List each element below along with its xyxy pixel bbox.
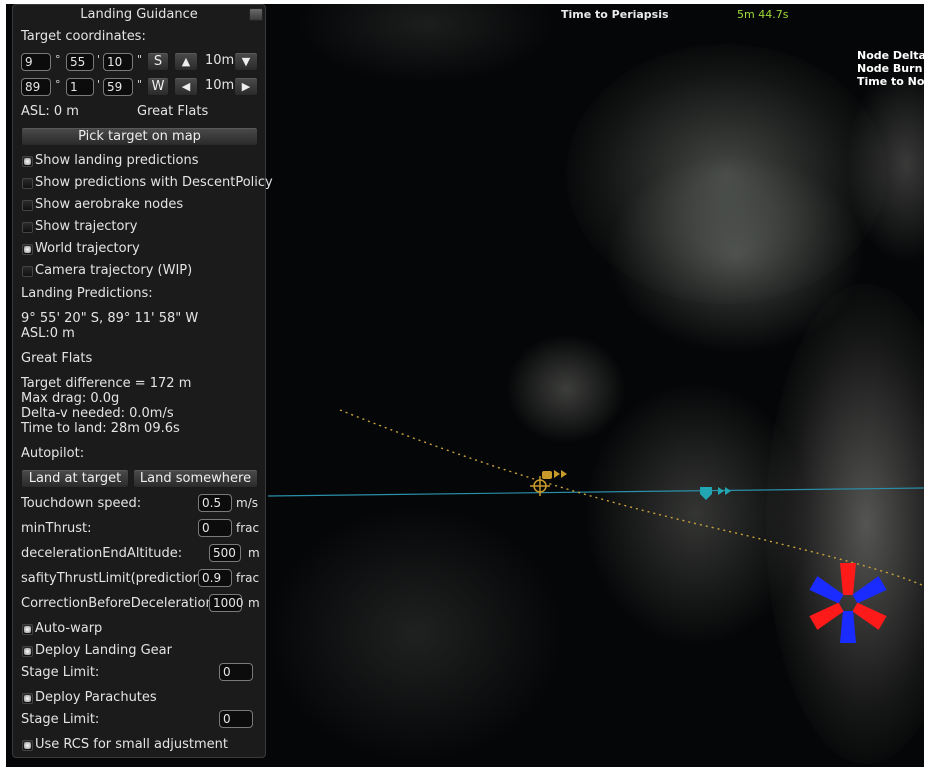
- predicted-coordinates: 9° 55' 20" S, 89° 11' 58" W: [21, 311, 199, 326]
- option-label[interactable]: Show aerobrake nodes: [35, 197, 183, 212]
- touchdown-speed-input[interactable]: 0.5: [198, 494, 232, 512]
- chute-stage-limit-input[interactable]: 0: [219, 710, 253, 728]
- hud-time-to-periapsis: Time to Periapsis 5m 44.7s: [561, 8, 788, 21]
- checkbox-show-landing-predictions[interactable]: [22, 156, 33, 167]
- time-to-periapsis-label: Time to Periapsis: [561, 8, 669, 21]
- checkbox-predictions-descent-policy[interactable]: [22, 178, 33, 189]
- delta-v-needed: Delta-v needed: 0.0m/s: [21, 406, 174, 421]
- lat-hemisphere-button[interactable]: S: [147, 52, 169, 71]
- param-label: decelerationEndAltitude:: [21, 546, 183, 561]
- param-unit: m: [248, 546, 260, 560]
- predicted-asl: ASL:0 m: [21, 326, 75, 341]
- target-asl-text: ASL: 0 m: [21, 104, 79, 119]
- deploy-gear-label[interactable]: Deploy Landing Gear: [35, 643, 172, 658]
- target-coordinates-label: Target coordinates:: [21, 29, 146, 44]
- safety-thrust-limit-input[interactable]: 0.9: [198, 569, 232, 587]
- checkbox-use-rcs[interactable]: [22, 740, 33, 751]
- deceleration-end-altitude-input[interactable]: 500: [209, 544, 241, 562]
- target-biome-text: Great Flats: [137, 104, 209, 119]
- param-unit: m/s: [236, 496, 258, 510]
- checkbox-camera-trajectory[interactable]: [22, 266, 33, 277]
- orbit-line: [267, 487, 924, 497]
- close-button[interactable]: [249, 8, 263, 21]
- degree-symbol: °: [55, 78, 61, 91]
- minute-symbol: ': [97, 53, 101, 66]
- option-label[interactable]: Show trajectory: [35, 219, 137, 234]
- land-at-target-button[interactable]: Land at target: [21, 469, 129, 488]
- land-somewhere-button[interactable]: Land somewhere: [133, 469, 258, 488]
- param-label: Touchdown speed:: [21, 496, 142, 511]
- lat-minutes-input[interactable]: 55: [66, 53, 94, 71]
- param-unit: frac: [236, 571, 260, 585]
- trajectory-line: [339, 409, 924, 587]
- param-unit: frac: [236, 521, 260, 535]
- target-marker-icon[interactable]: [700, 487, 731, 500]
- degree-symbol: °: [55, 53, 61, 66]
- chute-stage-limit-label: Stage Limit:: [21, 712, 100, 727]
- gear-stage-limit-label: Stage Limit:: [21, 665, 100, 680]
- checkbox-auto-warp[interactable]: [22, 624, 33, 635]
- checkbox-world-trajectory[interactable]: [22, 244, 33, 255]
- hud-node-info: Node DeltaV Node Burn T Time to Node: [857, 49, 924, 88]
- lon-increase-button[interactable]: ▶: [234, 77, 258, 96]
- lat-seconds-input[interactable]: 10: [103, 53, 133, 71]
- target-difference: Target difference = 172 m: [21, 376, 192, 391]
- lon-degrees-input[interactable]: 89: [21, 78, 51, 96]
- min-thrust-input[interactable]: 0: [198, 519, 232, 537]
- time-to-land: Time to land: 28m 09.6s: [21, 421, 180, 436]
- node-deltav-label: Node DeltaV: [857, 49, 924, 62]
- lon-hemisphere-button[interactable]: W: [147, 77, 169, 96]
- predicted-biome: Great Flats: [21, 351, 93, 366]
- param-unit: m: [248, 596, 260, 610]
- second-symbol: ": [137, 78, 143, 91]
- max-drag: Max drag: 0.0g: [21, 391, 120, 406]
- minute-symbol: ': [97, 78, 101, 91]
- option-label[interactable]: World trajectory: [35, 241, 140, 256]
- lat-increase-button[interactable]: ▲: [174, 52, 198, 71]
- second-symbol: ": [137, 53, 143, 66]
- checkbox-deploy-landing-gear[interactable]: [22, 646, 33, 657]
- option-label[interactable]: Show landing predictions: [35, 153, 199, 168]
- param-label: CorrectionBeforeDeceleration:: [21, 596, 219, 611]
- pick-target-button[interactable]: Pick target on map: [21, 127, 258, 146]
- landing-predictions-header: Landing Predictions:: [21, 286, 153, 301]
- lon-minutes-input[interactable]: 1: [66, 78, 94, 96]
- lon-decrease-button[interactable]: ◀: [174, 77, 198, 96]
- param-label: safityThrustLimit(prediction):: [21, 571, 211, 586]
- window-title[interactable]: Landing Guidance: [13, 7, 265, 22]
- use-rcs-label[interactable]: Use RCS for small adjustment: [35, 737, 228, 752]
- deploy-parachutes-label[interactable]: Deploy Parachutes: [35, 690, 157, 705]
- checkbox-aerobrake-nodes[interactable]: [22, 200, 33, 211]
- node-burn-label: Node Burn T: [857, 62, 924, 75]
- lon-seconds-input[interactable]: 59: [103, 78, 133, 96]
- lat-decrease-button[interactable]: ▼: [234, 52, 258, 71]
- auto-warp-label[interactable]: Auto-warp: [35, 621, 102, 636]
- lat-degrees-input[interactable]: 9: [21, 53, 51, 71]
- option-label[interactable]: Camera trajectory (WIP): [35, 263, 192, 278]
- landing-prediction-marker-icon: [809, 563, 887, 643]
- landing-guidance-window: Landing Guidance Target coordinates: 9 °…: [12, 4, 273, 758]
- autopilot-header: Autopilot:: [21, 446, 85, 461]
- lat-step-label: 10m: [205, 53, 235, 68]
- time-to-periapsis-value: 5m 44.7s: [737, 8, 789, 21]
- correction-before-deceleration-input[interactable]: 1000: [209, 594, 244, 612]
- checkbox-show-trajectory[interactable]: [22, 222, 33, 233]
- checkbox-deploy-parachutes[interactable]: [22, 693, 33, 704]
- time-to-node-label: Time to Node: [857, 75, 924, 88]
- gear-stage-limit-input[interactable]: 0: [219, 663, 253, 681]
- param-label: minThrust:: [21, 521, 92, 536]
- lon-step-label: 10m: [205, 78, 235, 93]
- option-label[interactable]: Show predictions with DescentPolicy: [35, 175, 273, 190]
